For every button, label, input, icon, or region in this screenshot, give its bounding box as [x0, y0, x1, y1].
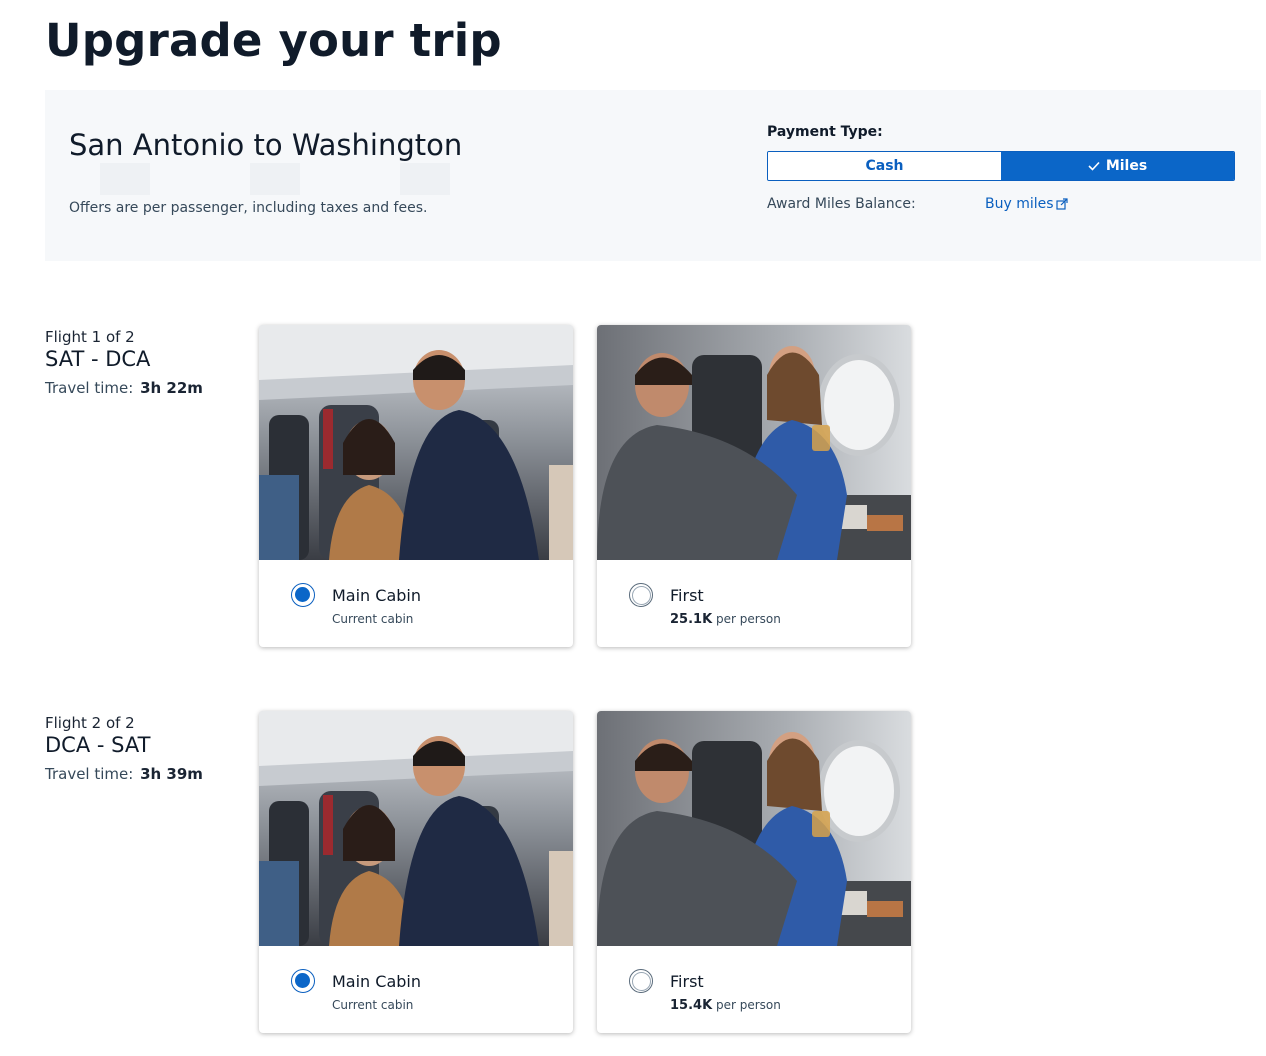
price-suffix: per person	[715, 612, 781, 626]
price-value: 25.1K	[670, 612, 713, 627]
cabin-price: 25.1K per person	[670, 612, 781, 627]
buy-miles-link[interactable]: Buy miles	[985, 196, 1068, 212]
travel-time: Travel time: 3h 22m	[45, 379, 203, 397]
payment-cash-label: Cash	[865, 158, 904, 174]
cabin-option-first[interactable]: First 25.1K per person	[597, 325, 911, 647]
route-title: San Antonio to Washington	[69, 128, 463, 162]
travel-time-value: 3h 39m	[140, 765, 203, 783]
main-cabin-photo	[259, 711, 573, 946]
buy-miles-label: Buy miles	[985, 196, 1054, 212]
cabin-option-first[interactable]: First 15.4K per person	[597, 711, 911, 1033]
cabin-price: 15.4K per person	[670, 998, 781, 1013]
radio-selected-icon[interactable]	[291, 583, 315, 607]
loading-placeholder	[400, 163, 450, 195]
travel-time: Travel time: 3h 39m	[45, 765, 203, 783]
cabin-name: Main Cabin	[332, 586, 421, 605]
flight-count: Flight 1 of 2	[45, 328, 135, 346]
offer-note: Offers are per passenger, including taxe…	[69, 200, 428, 216]
flight-count: Flight 2 of 2	[45, 714, 135, 732]
payment-miles-option[interactable]: Miles	[1001, 152, 1234, 180]
travel-time-value: 3h 22m	[140, 379, 203, 397]
price-value: 15.4K	[670, 998, 713, 1013]
trip-summary-panel: San Antonio to Washington Offers are per…	[45, 90, 1261, 261]
cabin-status: Current cabin	[332, 998, 414, 1012]
external-link-icon	[1055, 198, 1068, 210]
cabin-name: Main Cabin	[332, 972, 421, 991]
loading-placeholder	[250, 163, 300, 195]
cabin-status: Current cabin	[332, 612, 414, 626]
cabin-name: First	[670, 972, 704, 991]
payment-cash-option[interactable]: Cash	[768, 152, 1001, 180]
check-icon	[1088, 161, 1100, 171]
travel-time-label: Travel time:	[45, 765, 134, 783]
cabin-name: First	[670, 586, 704, 605]
flight-2-info: Flight 2 of 2 DCA - SAT Travel time: 3h …	[45, 714, 203, 783]
flight-route: SAT - DCA	[45, 347, 151, 371]
main-cabin-photo	[259, 325, 573, 560]
radio-unselected-icon[interactable]	[629, 969, 653, 993]
loading-placeholder	[100, 163, 150, 195]
first-cabin-photo	[597, 325, 911, 560]
cabin-option-main-cabin[interactable]: Main Cabin Current cabin	[259, 711, 573, 1033]
payment-type-toggle: Cash Miles	[767, 151, 1235, 181]
payment-type-label: Payment Type:	[767, 124, 883, 140]
radio-unselected-icon[interactable]	[629, 583, 653, 607]
flight-1-info: Flight 1 of 2 SAT - DCA Travel time: 3h …	[45, 328, 203, 397]
cabin-option-main-cabin[interactable]: Main Cabin Current cabin	[259, 325, 573, 647]
payment-miles-label: Miles	[1105, 158, 1148, 174]
flight-route: DCA - SAT	[45, 733, 151, 757]
first-cabin-photo	[597, 711, 911, 946]
radio-selected-icon[interactable]	[291, 969, 315, 993]
award-miles-balance-label: Award Miles Balance:	[767, 196, 916, 212]
page-title: Upgrade your trip	[45, 14, 502, 67]
travel-time-label: Travel time:	[45, 379, 134, 397]
price-suffix: per person	[715, 998, 781, 1012]
